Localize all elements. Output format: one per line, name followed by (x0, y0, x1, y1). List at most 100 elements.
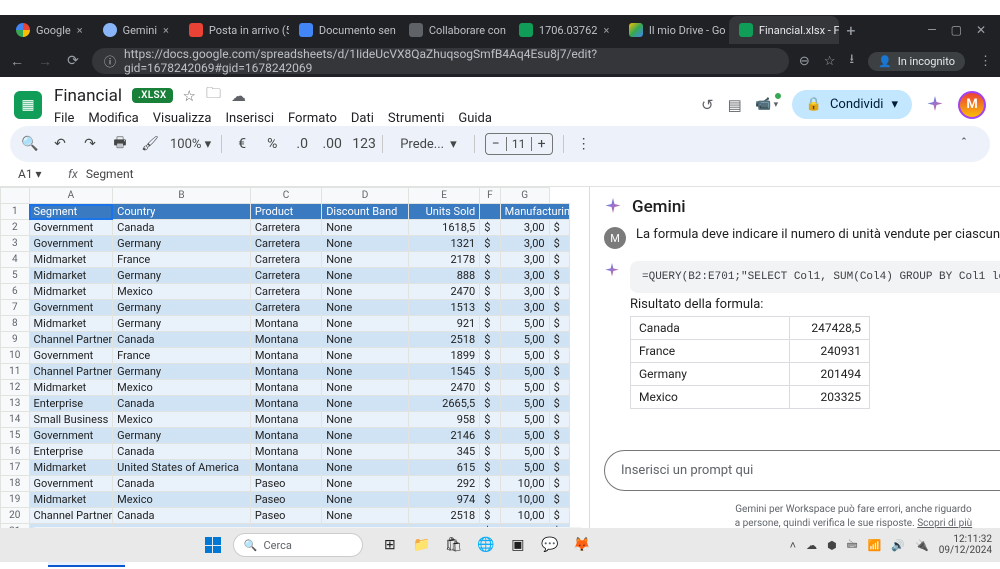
cell[interactable]: Small Business (29, 412, 113, 428)
cell[interactable]: Government (29, 236, 113, 252)
url-bar[interactable]: ⓘ https://docs.google.com/spreadsheets/d… (92, 48, 789, 74)
window-close-icon[interactable]: ✕ (976, 23, 986, 37)
cell[interactable]: Midmarket (29, 460, 113, 476)
tab-close-icon[interactable]: × (603, 24, 609, 37)
star-icon[interactable]: ☆ (183, 87, 196, 105)
cell[interactable]: $ (549, 236, 569, 252)
cell[interactable]: Carretera (250, 300, 321, 316)
cell[interactable]: Mexico (113, 492, 251, 508)
cell[interactable]: Midmarket (29, 252, 113, 268)
cell[interactable]: $ (480, 428, 500, 444)
cell[interactable]: None (322, 332, 409, 348)
cell[interactable]: Enterprise (29, 396, 113, 412)
cell[interactable]: None (322, 316, 409, 332)
cell[interactable]: 5,00 (500, 396, 549, 412)
cell[interactable]: $ (480, 364, 500, 380)
window-maximize-icon[interactable]: ▢ (951, 23, 962, 37)
zoom-icon[interactable]: ⊖ (799, 54, 810, 69)
move-icon[interactable]: 🗀 (206, 83, 221, 108)
cell[interactable]: $ (480, 444, 500, 460)
cell[interactable]: $ (480, 268, 500, 284)
chrome-icon[interactable]: 🌐 (475, 534, 497, 556)
cell[interactable]: $ (549, 412, 569, 428)
cell[interactable]: 2470 (408, 380, 479, 396)
browser-tab[interactable]: Posta in arrivo (5× (179, 16, 289, 44)
row-header[interactable]: 5 (1, 268, 30, 284)
cell[interactable]: 3,00 (500, 284, 549, 300)
tab-close-icon[interactable]: × (163, 24, 169, 37)
cell[interactable]: Government (29, 476, 113, 492)
row-header[interactable]: 17 (1, 460, 30, 476)
search-menu-icon[interactable]: 🔍 (20, 136, 40, 152)
cell[interactable]: Channel Partners (29, 508, 113, 524)
whatsapp-icon[interactable]: 💬 (539, 534, 561, 556)
cell[interactable]: Channel Partners (29, 364, 113, 380)
cell[interactable]: Montana (250, 348, 321, 364)
cell[interactable]: Montana (250, 364, 321, 380)
cell[interactable]: 1618,5 (408, 220, 479, 236)
meet-icon[interactable]: 📹▾ (756, 94, 778, 116)
cell[interactable]: Carretera (250, 236, 321, 252)
browser-tab[interactable]: Google× (6, 16, 93, 44)
cell[interactable]: Carretera (250, 252, 321, 268)
cell[interactable]: $ (480, 508, 500, 524)
cell[interactable]: $ (480, 284, 500, 300)
cell[interactable]: 2518 (408, 332, 479, 348)
cell[interactable]: Channel Partners (29, 332, 113, 348)
cell[interactable]: Canada (113, 476, 251, 492)
cell[interactable]: Carretera (250, 268, 321, 284)
cloud-icon[interactable]: ☁ (231, 87, 246, 105)
cell[interactable]: Government (29, 348, 113, 364)
row-header[interactable]: 1 (1, 204, 30, 220)
new-tab-button[interactable]: + (839, 21, 863, 40)
cell[interactable]: $ (480, 492, 500, 508)
cell[interactable]: None (322, 252, 409, 268)
cell[interactable]: None (322, 268, 409, 284)
undo-icon[interactable]: ↶ (50, 136, 70, 152)
cell[interactable]: Germany (113, 300, 251, 316)
cell[interactable]: 974 (408, 492, 479, 508)
site-info-icon[interactable]: ⓘ (104, 53, 116, 70)
battery-icon[interactable]: 🔌 (915, 539, 929, 552)
cell[interactable]: France (113, 348, 251, 364)
cell[interactable]: 888 (408, 268, 479, 284)
cell[interactable]: $ (549, 300, 569, 316)
cell[interactable]: 1513 (408, 300, 479, 316)
decrease-decimal-icon[interactable]: .0 (292, 136, 312, 152)
cell[interactable]: 3,00 (500, 220, 549, 236)
cell[interactable]: None (322, 444, 409, 460)
clock[interactable]: 12:11:3209/12/2024 (939, 534, 992, 556)
cell[interactable]: 5,00 (500, 444, 549, 460)
cell[interactable]: None (322, 412, 409, 428)
cell[interactable]: Mexico (113, 412, 251, 428)
cell[interactable]: Paseo (250, 476, 321, 492)
menu-item[interactable]: Dati (351, 111, 374, 126)
cell[interactable]: 5,00 (500, 364, 549, 380)
sheets-logo-icon[interactable]: ▦ (14, 91, 42, 119)
cell[interactable]: Germany (113, 236, 251, 252)
cell[interactable]: $ (480, 460, 500, 476)
increase-decimal-icon[interactable]: .00 (322, 136, 342, 152)
cell[interactable]: None (322, 508, 409, 524)
cell[interactable]: 5,00 (500, 380, 549, 396)
browser-tab[interactable]: Documento sen× (289, 16, 399, 44)
cell[interactable]: $ (549, 428, 569, 444)
cell[interactable]: $ (480, 380, 500, 396)
cell[interactable]: $ (480, 348, 500, 364)
cell[interactable]: $ (480, 412, 500, 428)
gemini-spark-icon[interactable] (926, 96, 944, 114)
cell[interactable]: $ (480, 396, 500, 412)
cell[interactable]: Segment (29, 204, 113, 220)
browser-tab[interactable]: Collaborare con× (399, 16, 509, 44)
menu-item[interactable]: File (54, 111, 74, 126)
cell[interactable]: Enterprise (29, 444, 113, 460)
cell[interactable]: Montana (250, 332, 321, 348)
name-box[interactable]: A1 ▾ (14, 165, 60, 183)
menu-item[interactable]: Modifica (88, 111, 138, 126)
cell[interactable]: Paseo (250, 508, 321, 524)
account-avatar[interactable]: M (958, 91, 986, 119)
cell[interactable]: Montana (250, 396, 321, 412)
cell[interactable]: 5,00 (500, 428, 549, 444)
cell[interactable]: $ (549, 332, 569, 348)
back-icon[interactable]: ← (8, 53, 26, 70)
